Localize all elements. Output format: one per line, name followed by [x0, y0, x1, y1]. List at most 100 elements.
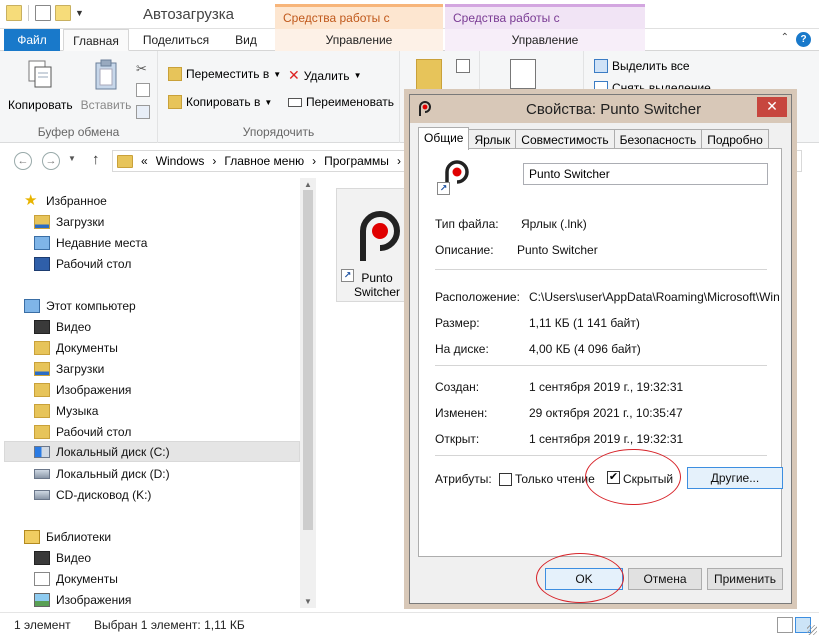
tab-home[interactable]: Главная [63, 29, 129, 51]
desktop-folder-icon [34, 424, 50, 439]
nav-scrollbar[interactable]: ▲ ▼ [300, 178, 316, 608]
minimize-ribbon-icon[interactable]: ⌃ [781, 32, 789, 43]
selection-info: Выбран 1 элемент: 1,11 КБ [94, 618, 245, 632]
copy-button[interactable]: Копировать [8, 59, 73, 112]
nav-label: Избранное [46, 193, 107, 208]
nav-drive-d[interactable]: Локальный диск (D:) [34, 463, 170, 484]
status-bar: 1 элемент Выбран 1 элемент: 1,11 КБ [0, 612, 819, 637]
nav-favorites[interactable]: ★ Избранное [24, 190, 107, 211]
address-overflow[interactable]: « [141, 154, 148, 168]
nav-drive-k[interactable]: CD-дисковод (K:) [34, 484, 151, 505]
details-view-icon[interactable] [777, 617, 793, 633]
dialog-tabs: Общие Ярлык Совместимость Безопасность П… [418, 127, 769, 150]
up-button[interactable]: ↑ [92, 151, 100, 168]
resize-grip-icon[interactable] [807, 625, 817, 635]
tab-shortcut[interactable]: Ярлык [468, 129, 517, 149]
organize-group: Переместить в ▼ Копировать в ▼ ✕ Удалить… [158, 51, 400, 143]
help-icon[interactable]: ? [796, 32, 811, 47]
scrollbar-thumb[interactable] [303, 190, 313, 530]
nav-downloads[interactable]: Загрузки [34, 211, 104, 232]
tab-manage-shortcuts[interactable]: Управление [275, 29, 443, 51]
tab-compatibility[interactable]: Совместимость [515, 129, 615, 149]
breadcrumb-windows[interactable]: Windows [156, 154, 205, 168]
nav-pc-video[interactable]: Видео [34, 316, 91, 337]
paste-shortcut-icon[interactable] [136, 105, 150, 119]
copy-icon [28, 60, 52, 88]
advanced-button[interactable]: Другие... [687, 467, 783, 489]
readonly-checkbox[interactable] [499, 473, 512, 486]
explorer-titlebar: ▼ Автозагрузка Средства работы с ярлыкам… [0, 0, 819, 39]
delete-button[interactable]: ✕ Удалить ▼ [288, 67, 361, 84]
new-folder-icon[interactable] [55, 5, 71, 21]
move-to-button[interactable]: Переместить в ▼ [168, 67, 281, 81]
location-value: C:\Users\user\AppData\Roaming\Microsoft\… [529, 290, 779, 304]
paste-button[interactable]: Вставить [74, 59, 138, 112]
tab-file[interactable]: Файл [4, 29, 60, 51]
nav-pc-downloads[interactable]: Загрузки [34, 358, 104, 379]
documents-folder-icon [34, 340, 50, 355]
readonly-label: Только чтение [515, 472, 595, 486]
rename-button[interactable]: Переименовать [288, 95, 394, 109]
modified-label: Изменен: [435, 406, 488, 420]
libraries-icon [24, 529, 40, 544]
scroll-down-icon[interactable]: ▼ [304, 597, 312, 606]
recent-places-icon [34, 235, 50, 250]
nav-label: Изображения [56, 592, 132, 607]
general-tab-panel: ↗ Тип файла: Ярлык (.lnk) Описание: Punt… [418, 148, 783, 557]
apply-button[interactable]: Применить [707, 568, 783, 590]
size-on-disk-label: На диске: [435, 342, 489, 356]
nav-pc-desktop[interactable]: Рабочий стол [34, 421, 131, 442]
chevron-down-icon[interactable]: ▼ [75, 8, 84, 18]
close-button[interactable]: ✕ [757, 97, 787, 117]
tab-manage-apps[interactable]: Управление [445, 29, 645, 51]
breadcrumb-programs[interactable]: Программы [324, 154, 389, 168]
nav-lib-video[interactable]: Видео [34, 547, 91, 568]
back-button[interactable]: ← [14, 152, 32, 170]
forward-button[interactable]: → [42, 152, 60, 170]
nav-pc-music[interactable]: Музыка [34, 400, 98, 421]
tab-share[interactable]: Поделиться [136, 29, 216, 51]
breadcrumb-start-menu[interactable]: Главное меню [224, 154, 304, 168]
nav-label: Видео [56, 550, 92, 565]
nav-recent-places[interactable]: Недавние места [34, 232, 147, 253]
file-tile-punto-switcher[interactable]: ↗ Punto Switcher [336, 188, 416, 302]
nav-pc-pictures[interactable]: Изображения [34, 379, 131, 400]
cancel-button[interactable]: Отмена [628, 568, 702, 590]
cut-icon[interactable]: ✂ [136, 61, 150, 76]
documents-library-icon [34, 571, 50, 586]
tab-view[interactable]: Вид [226, 29, 266, 51]
chevron-right-icon[interactable]: › [397, 154, 401, 168]
nav-label: Документы [56, 571, 118, 586]
file-name: Punto Switcher [353, 271, 400, 299]
nav-lib-documents[interactable]: Документы [34, 568, 118, 589]
dialog-title: Свойства: Punto Switcher [526, 101, 702, 118]
view-buttons [777, 617, 811, 633]
scroll-up-icon[interactable]: ▲ [304, 180, 312, 189]
tab-general[interactable]: Общие [418, 127, 470, 150]
nav-lib-pictures[interactable]: Изображения [34, 589, 131, 610]
chevron-right-icon[interactable]: › [212, 154, 216, 168]
recent-locations-icon[interactable]: ▼ [68, 154, 76, 163]
nav-libraries[interactable]: Библиотеки [24, 526, 111, 547]
nav-this-pc[interactable]: Этот компьютер [24, 295, 136, 316]
folder-icon[interactable] [6, 5, 22, 21]
nav-pc-documents[interactable]: Документы [34, 337, 118, 358]
tab-security[interactable]: Безопасность [613, 129, 703, 149]
deselect-button[interactable]: Снять выделение [594, 81, 711, 95]
properties-icon[interactable] [35, 5, 51, 21]
pictures-library-icon [34, 592, 50, 607]
properties-big-icon[interactable] [510, 59, 536, 89]
clipboard-group-label: Буфер обмена [37, 125, 120, 139]
tab-details[interactable]: Подробно [701, 129, 769, 149]
new-folder-icon[interactable] [416, 59, 442, 91]
file-name-input[interactable] [523, 163, 768, 185]
rename-label: Переименовать [306, 95, 394, 109]
properties-dialog: Свойства: Punto Switcher ✕ Общие Ярлык С… [409, 94, 792, 604]
copy-path-icon[interactable] [136, 83, 150, 97]
select-all-button[interactable]: Выделить все [594, 59, 690, 73]
new-item-icon[interactable] [456, 59, 470, 73]
nav-drive-c[interactable]: Локальный диск (C:) [4, 441, 300, 462]
nav-desktop[interactable]: Рабочий стол [34, 253, 131, 274]
copy-to-button[interactable]: Копировать в ▼ [168, 95, 272, 109]
chevron-right-icon[interactable]: › [312, 154, 316, 168]
